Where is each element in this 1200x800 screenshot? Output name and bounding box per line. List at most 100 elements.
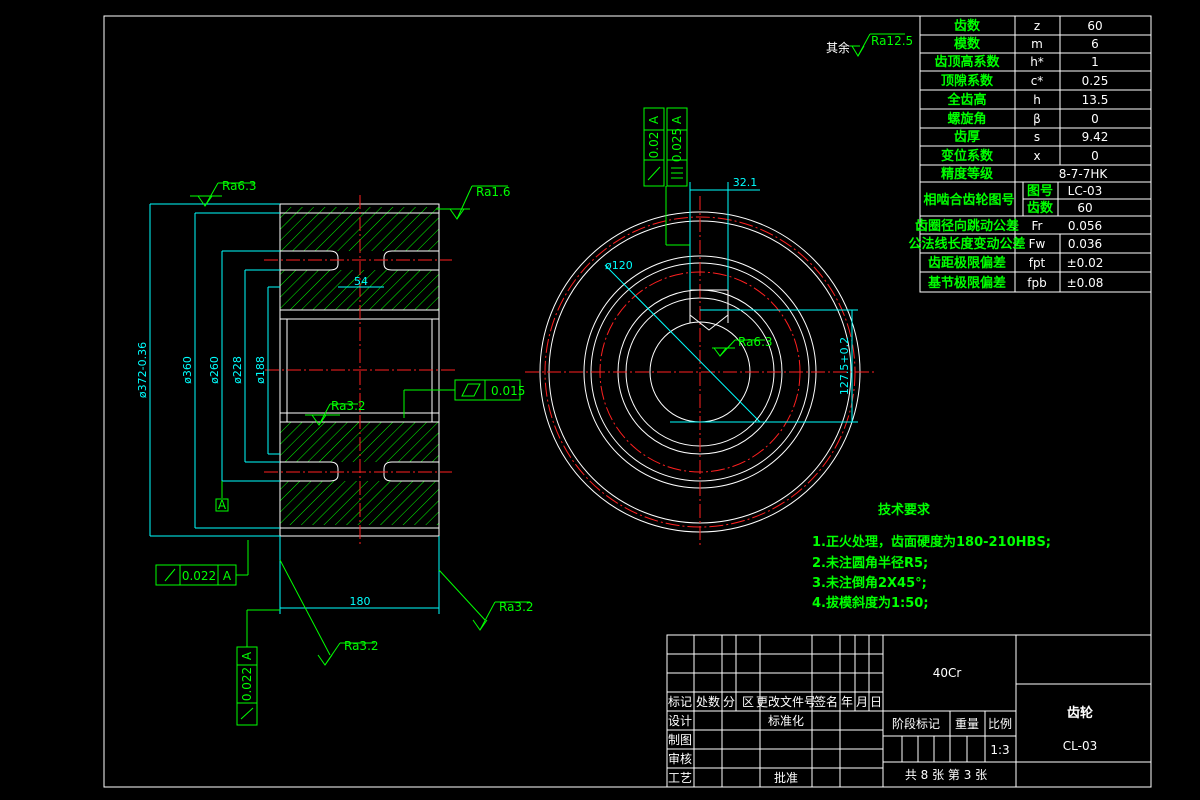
dim-180: 180 — [350, 595, 371, 608]
param-val-x: 0 — [1091, 149, 1099, 163]
rev-h-year: 年 — [841, 695, 853, 709]
param-sym-m: m — [1031, 37, 1043, 51]
param-name-z: 齿数 — [954, 18, 981, 34]
param-sym-mate-no: 图号 — [1027, 184, 1053, 199]
rev-h-div: 分 — [723, 695, 735, 709]
rev-h-sign: 签名 — [814, 694, 838, 709]
dim-d260: ø260 — [208, 356, 221, 384]
key-runout-value: 0.02 — [647, 132, 661, 159]
dim-d188: ø188 — [254, 356, 267, 384]
param-name-c: 顶隙系数 — [941, 73, 994, 89]
rev-h-day: 日 — [870, 695, 882, 709]
param-name-ha: 齿顶高系数 — [934, 54, 1000, 70]
flatness-value: 0.015 — [491, 384, 525, 398]
dim-54: 54 — [354, 275, 368, 288]
part-name: 齿轮 — [1067, 705, 1093, 721]
ra-3-2-left: Ra3.2 — [344, 639, 379, 653]
dim-d372: ø372-0.36 — [136, 342, 149, 398]
param-val-fr: 0.056 — [1068, 219, 1102, 233]
runout-radial-value: 0.022 — [240, 667, 254, 701]
rev-h-mark: 标记 — [668, 695, 692, 709]
label-approve: 批准 — [774, 770, 798, 785]
param-name-beta: 螺旋角 — [947, 111, 986, 127]
param-val-mate-z: 60 — [1077, 201, 1092, 215]
tech-item-2: 2.未注圆角半径R5; — [812, 555, 928, 571]
param-val-ha: 1 — [1091, 55, 1099, 69]
drawing-number: CL-03 — [1063, 739, 1097, 753]
param-name-s: 齿厚 — [954, 129, 980, 145]
key-runout-ref: A — [647, 115, 661, 124]
param-val-fw: 0.036 — [1068, 237, 1102, 251]
ra-remainder: Ra12.5 — [871, 34, 913, 48]
title-block: 40Cr 齿轮 CL-03 标记 处数 分 区 更改文件号 签名 年 月 日 设… — [666, 634, 1152, 788]
param-sym-fr: Fr — [1032, 219, 1043, 233]
param-sym-x: x — [1033, 149, 1040, 163]
param-sym-c: c* — [1031, 74, 1044, 88]
dim-key-width: 32.1 — [733, 176, 758, 189]
front-view: 32.1 127.5+0.2 ø120 Ra6.3 其余 Ra12.5 0.02… — [525, 33, 913, 548]
param-val-fpt: ±0.02 — [1067, 256, 1104, 270]
rev-h-count: 处数 — [696, 694, 720, 709]
tech-item-4: 4.拔模斜度为1:50; — [812, 595, 929, 611]
rev-h-doc: 更改文件号 — [756, 694, 816, 709]
param-name-fw: 公法线长度变动公差 — [908, 236, 1025, 252]
param-sym-beta: β — [1033, 112, 1041, 126]
param-val-beta: 0 — [1091, 112, 1099, 126]
ra-key: Ra6.3 — [738, 335, 773, 349]
param-val-m: 6 — [1091, 37, 1099, 51]
param-sym-h: h — [1033, 93, 1041, 107]
scale-value: 1:3 — [990, 743, 1009, 757]
param-name-fpt: 齿距极限偏差 — [928, 255, 1006, 271]
param-sym-fpb: fpb — [1027, 276, 1046, 290]
tech-title: 技术要求 — [878, 502, 931, 518]
param-sym-ha: h* — [1030, 55, 1044, 69]
param-name-m: 模数 — [954, 36, 981, 52]
ra-3-2-web: Ra3.2 — [331, 399, 366, 413]
param-val-c: 0.25 — [1082, 74, 1109, 88]
param-val-h: 13.5 — [1082, 93, 1109, 107]
param-val-mate-no: LC-03 — [1068, 184, 1103, 198]
param-sym-fw: Fw — [1029, 237, 1046, 251]
ra-6-3-top: Ra6.3 — [222, 179, 257, 193]
datum-a: A — [218, 498, 227, 512]
label-standard: 标准化 — [768, 714, 804, 728]
param-val-z: 60 — [1087, 19, 1102, 33]
label-designer: 设计 — [668, 714, 692, 728]
label-process: 工艺 — [668, 771, 692, 785]
rev-h-month: 月 — [856, 695, 868, 709]
ra-1-6: Ra1.6 — [476, 185, 511, 199]
dim-d228: ø228 — [231, 356, 244, 384]
label-checker: 审核 — [668, 751, 692, 766]
runout-face-value: 0.022 — [182, 569, 216, 583]
tech-item-1: 1.正火处理，齿面硬度为180-210HBS; — [812, 534, 1051, 550]
sheet-count: 共 8 张 第 3 张 — [905, 768, 987, 782]
dim-d360: ø360 — [181, 356, 194, 384]
label-scale: 比例 — [988, 717, 1012, 731]
tech-item-3: 3.未注倒角2X45°; — [812, 575, 927, 591]
param-name-fpb: 基节极限偏差 — [927, 275, 1006, 291]
label-weight: 重量 — [955, 717, 979, 731]
param-val-grade: 8-7-7HK — [1059, 167, 1109, 181]
ra-3-2-right: Ra3.2 — [499, 600, 534, 614]
dim-bore: ø120 — [605, 259, 633, 272]
param-name-mate: 相啮合齿轮图号 — [923, 192, 1014, 208]
ra-remainder-prefix: 其余 — [826, 40, 850, 55]
param-name-x: 变位系数 — [941, 148, 994, 164]
material: 40Cr — [933, 666, 962, 680]
cad-drawing: ø372-0.36 ø360 ø260 ø228 ø188 54 180 Ra6… — [103, 15, 1152, 788]
symmetry-ref: A — [670, 115, 684, 124]
parameter-table: 齿数 z 60 模数 m 6 齿顶高系数 h* 1 顶隙系数 c* 0.25 全… — [908, 15, 1152, 293]
param-sym-s: s — [1034, 130, 1040, 144]
param-sym-z: z — [1034, 19, 1040, 33]
param-name-h: 全齿高 — [946, 92, 986, 108]
dim-key-depth: 127.5+0.2 — [838, 337, 851, 395]
param-val-s: 9.42 — [1082, 130, 1109, 144]
param-name-fr: 齿圈径向跳动公差 — [915, 218, 1019, 234]
param-val-fpb: ±0.08 — [1067, 276, 1104, 290]
param-sym-fpt: fpt — [1029, 256, 1046, 270]
section-view: ø372-0.36 ø360 ø260 ø228 ø188 54 180 Ra6… — [136, 179, 534, 726]
drawing-frame — [103, 15, 1152, 788]
param-sym-mate-z: 齿数 — [1027, 200, 1054, 216]
runout-radial-ref: A — [240, 651, 254, 660]
label-draw: 制图 — [668, 733, 692, 747]
